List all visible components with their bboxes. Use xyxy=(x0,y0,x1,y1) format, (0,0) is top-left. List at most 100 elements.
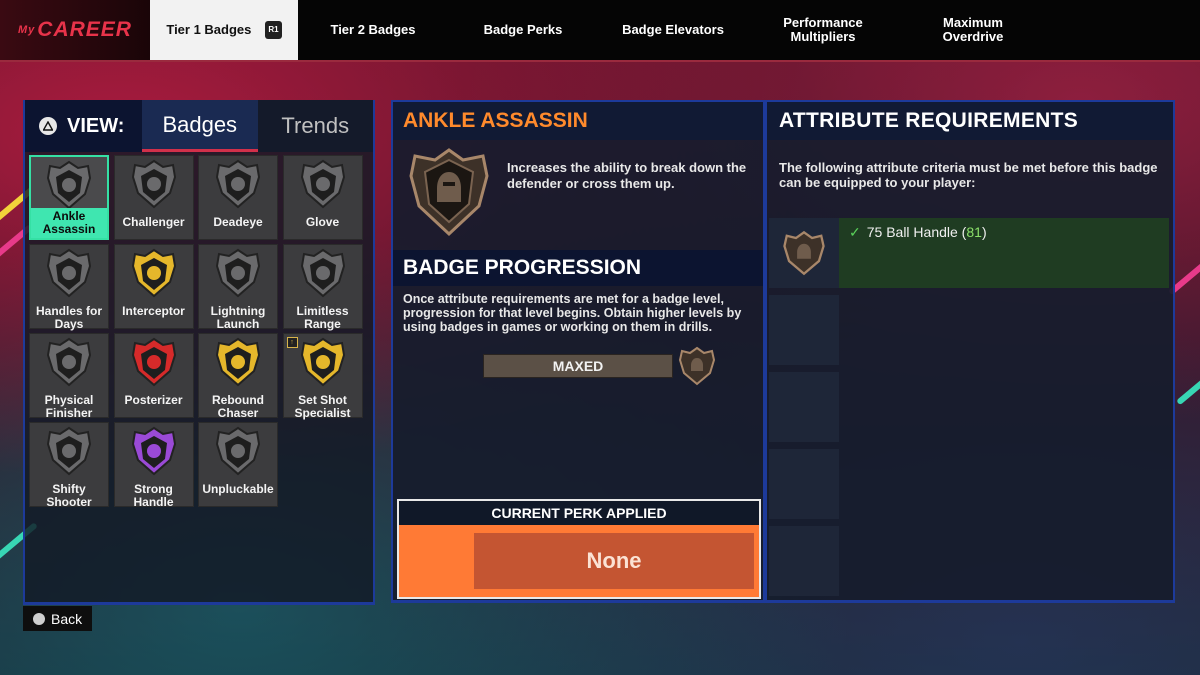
view-label-text: VIEW: xyxy=(67,114,125,137)
badge-limitless-range[interactable]: Limitless Range xyxy=(282,244,363,331)
current-perk-value[interactable]: None xyxy=(474,533,754,589)
badge-icon xyxy=(131,248,177,303)
requirement-label: 75 Ball Handle xyxy=(866,224,958,240)
badge-grid: Ankle Assassin Challenger Deadeye Glove Hand… xyxy=(29,155,363,509)
requirement-row-empty xyxy=(769,372,1169,442)
badge-deadeye[interactable]: Deadeye xyxy=(198,155,278,240)
tab-label: Badge Elevators xyxy=(622,22,724,37)
badge-shifty-shooter[interactable]: Shifty Shooter xyxy=(29,422,109,509)
tab-maximum-overdrive[interactable]: Maximum Overdrive xyxy=(898,0,1048,60)
badge-unpluckable[interactable]: Unpluckable xyxy=(198,422,278,507)
view-tab-trends[interactable]: Trends xyxy=(257,100,373,152)
badge-description: Increases the ability to break down the … xyxy=(507,160,747,191)
tab-label: Tier 2 Badges xyxy=(330,22,416,37)
requirement-badge-icon xyxy=(769,218,839,288)
badge-title: ANKLE ASSASSIN xyxy=(393,102,763,140)
tab-badge-elevators[interactable]: Badge Elevators xyxy=(598,0,748,60)
badge-handles-for-days[interactable]: Handles for Days xyxy=(29,244,109,331)
tab-tier-2-badges[interactable]: Tier 2 Badges xyxy=(298,0,448,60)
back-button[interactable]: Back xyxy=(23,606,92,631)
requirement-row: ✓ 75 Ball Handle (81) xyxy=(769,218,1169,288)
tab-label: Badge Perks xyxy=(483,22,563,37)
requirements-list: ✓ 75 Ball Handle (81) xyxy=(769,218,1169,603)
requirements-title: ATTRIBUTE REQUIREMENTS xyxy=(767,102,1173,140)
badge-icon xyxy=(46,160,92,215)
badge-icon xyxy=(131,159,177,214)
progress-bar: MAXED xyxy=(483,354,673,378)
badge-detail-panel: ANKLE ASSASSIN Increases the ability to … xyxy=(391,100,765,603)
badge-name: Glove xyxy=(305,215,340,229)
badge-icon xyxy=(215,337,261,392)
requirements-text: The following attribute criteria must be… xyxy=(779,160,1158,190)
new-badge-icon: ↑ xyxy=(286,337,298,348)
badge-name: Deadeye xyxy=(213,215,263,229)
badge-icon xyxy=(46,426,92,481)
badge-strong-handle[interactable]: Strong Handle xyxy=(113,422,194,509)
badge-name: Posterizer xyxy=(124,393,183,407)
badge-icon xyxy=(300,337,346,392)
triangle-button-icon xyxy=(39,117,57,135)
tab-label: Maximum Overdrive xyxy=(942,15,1004,44)
badge-large-icon xyxy=(403,146,495,245)
badge-icon xyxy=(46,248,92,303)
badge-name: Unpluckable xyxy=(202,482,274,496)
requirement-text: ✓ 75 Ball Handle (81) xyxy=(839,218,1169,288)
requirement-current-value: 81 xyxy=(966,224,982,240)
badge-level-icon xyxy=(678,346,716,391)
current-perk-box: CURRENT PERK APPLIED None xyxy=(397,499,761,599)
badge-name: Rebound Chaser xyxy=(212,393,264,420)
tab-tier-1-badges[interactable]: Tier 1 Badges R1 xyxy=(150,0,298,60)
current-perk-title: CURRENT PERK APPLIED xyxy=(399,501,759,525)
top-nav: My CAREER Tier 1 Badges R1 Tier 2 Badges… xyxy=(0,0,1200,62)
back-label: Back xyxy=(51,610,83,627)
badge-name: Handles for Days xyxy=(35,304,102,331)
badge-glove[interactable]: Glove xyxy=(282,155,363,240)
badge-name: Limitless Range xyxy=(296,304,349,331)
badge-lightning-launch[interactable]: Lightning Launch xyxy=(198,244,278,331)
badge-icon xyxy=(131,426,177,481)
view-tab-badges[interactable]: Badges xyxy=(142,100,258,152)
empty-slot xyxy=(769,449,839,519)
badge-ankle-assassin[interactable]: Ankle Assassin xyxy=(29,155,109,240)
badge-icon xyxy=(215,426,261,481)
check-icon: ✓ xyxy=(849,224,861,240)
badge-icon xyxy=(300,159,346,214)
badge-interceptor[interactable]: Interceptor xyxy=(113,244,194,329)
badge-list-panel: VIEW: Badges Trends Ankle Assassin Challe… xyxy=(23,100,375,605)
logo-text: CAREER xyxy=(37,18,132,41)
r1-button-hint: R1 xyxy=(265,21,282,39)
badge-name: Ankle Assassin xyxy=(31,208,107,238)
mycareer-logo: My CAREER xyxy=(0,0,150,60)
badge-icon xyxy=(46,337,92,392)
view-bar: VIEW: Badges Trends xyxy=(25,100,373,152)
progress-label: MAXED xyxy=(552,358,604,374)
badge-name: Physical Finisher xyxy=(44,393,94,420)
requirement-row-empty xyxy=(769,449,1169,519)
empty-slot xyxy=(769,372,839,442)
tab-label: Tier 1 Badges xyxy=(166,22,252,37)
empty-slot xyxy=(769,295,839,365)
badge-rebound-chaser[interactable]: Rebound Chaser xyxy=(198,333,278,420)
requirement-row-empty xyxy=(769,295,1169,365)
badge-icon xyxy=(131,337,177,392)
badge-posterizer[interactable]: Posterizer xyxy=(113,333,194,418)
badge-name: Interceptor xyxy=(122,304,185,318)
current-perk-body: None xyxy=(399,525,759,597)
tab-label: Performance Multipliers xyxy=(783,15,863,44)
logo-prefix: My xyxy=(18,24,36,36)
badge-set-shot-specialist[interactable]: Set Shot Specialist ↑ xyxy=(282,333,363,420)
view-label: VIEW: xyxy=(25,100,142,152)
tab-performance-multipliers[interactable]: Performance Multipliers xyxy=(748,0,898,60)
badge-physical-finisher[interactable]: Physical Finisher xyxy=(29,333,109,420)
badge-description-row: Increases the ability to break down the … xyxy=(393,140,763,245)
badge-name: Lightning Launch xyxy=(210,304,266,331)
badge-icon xyxy=(300,248,346,303)
attribute-requirements-panel: ATTRIBUTE REQUIREMENTS The following att… xyxy=(765,100,1175,603)
badge-icon xyxy=(215,248,261,303)
badge-challenger[interactable]: Challenger xyxy=(113,155,194,240)
circle-button-icon xyxy=(33,612,45,625)
badge-progression-title: BADGE PROGRESSION xyxy=(393,250,763,286)
tab-badge-perks[interactable]: Badge Perks xyxy=(448,0,598,60)
badge-name: Strong Handle xyxy=(133,482,174,509)
badge-name: Challenger xyxy=(122,215,185,229)
